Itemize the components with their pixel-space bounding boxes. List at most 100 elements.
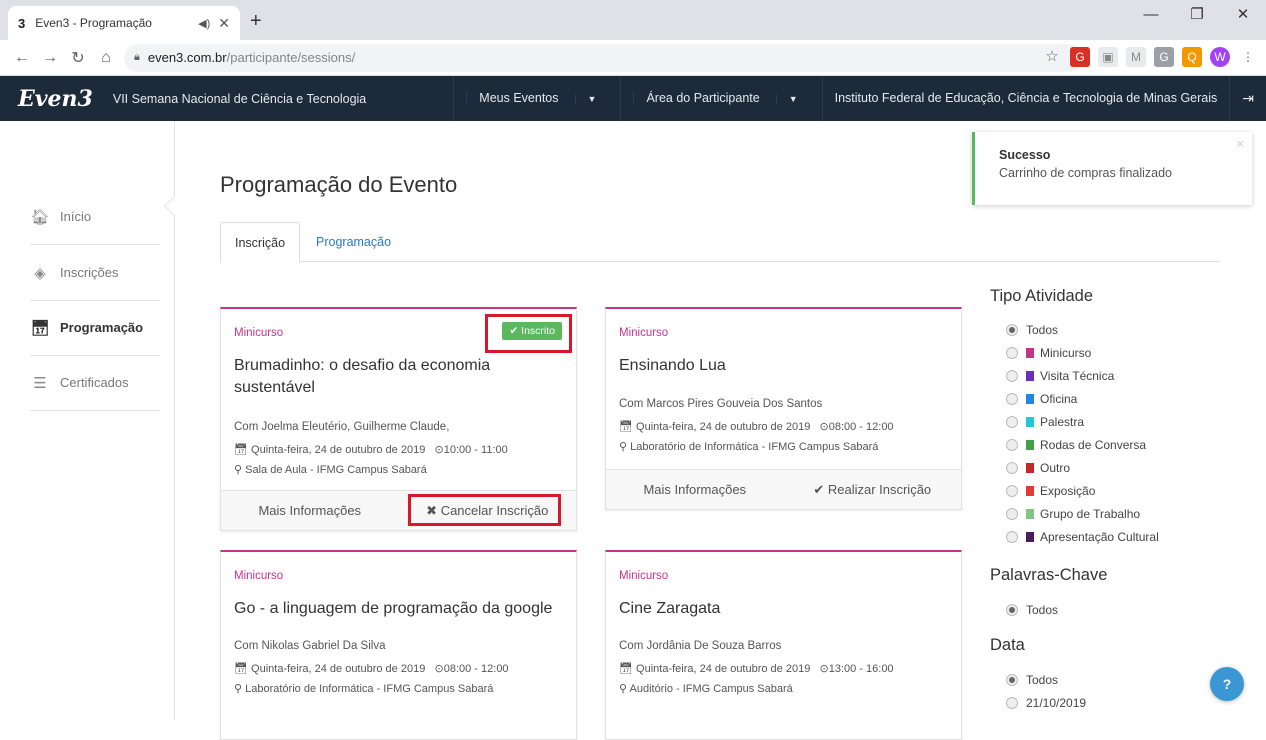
browser-tab[interactable]: 3 Even3 - Programação ◀︎) ✕ [8, 6, 240, 40]
activity-card: Minicurso Ensinando Lua Com Marcos Pires… [605, 307, 962, 510]
sidebar-item-programacao[interactable]: 📅︎ Programação [30, 300, 160, 356]
lock-icon: 🔒︎ [134, 51, 140, 63]
url-path: /participante/sessions/ [226, 50, 356, 65]
radio-button[interactable] [1006, 347, 1018, 359]
restore-icon[interactable]: ❐ [1174, 0, 1220, 32]
radio-button[interactable] [1006, 370, 1018, 382]
activity-filter-option[interactable]: Apresentação Cultural [1006, 530, 1159, 544]
date-filter-todos[interactable]: Todos [1006, 673, 1058, 687]
color-swatch [1026, 417, 1034, 427]
activity-filter-option[interactable]: Grupo de Trabalho [1006, 507, 1140, 521]
card-location: ⚲ Laboratório de Informática - IFMG Camp… [234, 682, 493, 695]
reload-icon[interactable]: ↻ [64, 48, 92, 68]
sidebar-item-inscricoes[interactable]: ◈ Inscrições [30, 245, 160, 301]
profile-avatar[interactable]: W [1210, 47, 1230, 67]
close-toast-icon[interactable]: × [1236, 136, 1244, 151]
tab-programacao[interactable]: Programação [302, 222, 405, 263]
radio-button[interactable] [1006, 674, 1018, 686]
institution-link[interactable]: Instituto Federal de Educação, Ciência e… [821, 76, 1230, 121]
radio-button[interactable] [1006, 416, 1018, 428]
url-field[interactable]: 🔒︎ even3.com.br/participante/sessions/ [124, 43, 1084, 72]
filter-label: Minicurso [1040, 346, 1092, 360]
radio-button[interactable] [1006, 462, 1018, 474]
event-name[interactable]: VII Semana Nacional de Ciência e Tecnolo… [113, 92, 366, 106]
activity-filter-option[interactable]: Oficina [1006, 392, 1077, 406]
extension-icon[interactable]: Q [1182, 47, 1202, 67]
color-swatch [1026, 371, 1034, 381]
card-datetime: 📅︎ Quinta-feira, 24 de outubro de 2019 ⊙… [234, 443, 508, 456]
more-info-button[interactable]: Mais Informações [606, 470, 784, 509]
new-tab-button[interactable]: + [250, 10, 262, 33]
register-label: Realizar Inscrição [827, 482, 932, 497]
radio-button[interactable] [1006, 324, 1018, 336]
tab-title: Even3 - Programação [35, 16, 152, 30]
site-navbar: Even3 VII Semana Nacional de Ciência e T… [0, 76, 1266, 121]
color-swatch [1026, 348, 1034, 358]
meus-eventos-label: Meus Eventos [466, 91, 571, 105]
map-pin-icon: ⚲ [234, 464, 243, 476]
activity-filter-option[interactable]: Visita Técnica [1006, 369, 1114, 383]
radio-button[interactable] [1006, 531, 1018, 543]
tab-inscricao[interactable]: Inscrição [220, 222, 301, 263]
card-footer: Mais Informações ✔ Realizar Inscrição [606, 469, 961, 509]
color-swatch [1026, 509, 1034, 519]
clock-icon: ⊙ [819, 421, 829, 433]
card-datetime: 📅︎ Quinta-feira, 24 de outubro de 2019 ⊙… [619, 662, 894, 675]
sidebar-item-label: Certificados [60, 375, 129, 390]
radio-button[interactable] [1006, 439, 1018, 451]
filter-label: Grupo de Trabalho [1040, 507, 1141, 521]
activity-filter-option[interactable]: Palestra [1006, 415, 1084, 429]
extension-icon[interactable]: ▣ [1098, 47, 1118, 67]
radio-button[interactable] [1006, 393, 1018, 405]
more-info-button[interactable]: Mais Informações [221, 491, 399, 530]
area-participante-menu[interactable]: Área do Participante ▼ [620, 76, 821, 121]
logout-icon[interactable]: ⇥ [1229, 76, 1266, 121]
radio-button[interactable] [1006, 508, 1018, 520]
radio-button[interactable] [1006, 604, 1018, 616]
card-speakers: Com Nikolas Gabriel Da Silva [234, 640, 386, 652]
tag-icon: ◈ [34, 264, 46, 282]
home-browser-icon[interactable]: ⌂ [92, 49, 120, 67]
sidebar-item-inicio[interactable]: 🏠︎ Início [30, 189, 160, 245]
card-speakers: Com Marcos Pires Gouveia Dos Santos [619, 398, 823, 410]
back-icon[interactable]: ← [8, 49, 36, 67]
filter-heading-date: Data [990, 636, 1025, 654]
meus-eventos-menu[interactable]: Meus Eventos ▼ [453, 76, 620, 121]
radio-button[interactable] [1006, 697, 1018, 709]
activity-filter-option[interactable]: Todos [1006, 323, 1058, 337]
speaker-icon[interactable]: ◀︎) [198, 17, 210, 30]
color-swatch [1026, 532, 1034, 542]
radio-button[interactable] [1006, 485, 1018, 497]
card-title: Cine Zaragata [619, 600, 721, 617]
date-filter-option[interactable]: 21/10/2019 [1006, 696, 1086, 710]
home-icon: 🏠︎ [30, 208, 50, 226]
card-location: ⚲ Auditório - IFMG Campus Sabará [619, 682, 793, 695]
activity-filter-option[interactable]: Minicurso [1006, 346, 1091, 360]
map-pin-icon: ⚲ [619, 441, 628, 453]
sidebar-item-label: Início [60, 209, 92, 224]
activity-filter-option[interactable]: Exposição [1006, 484, 1095, 498]
keyword-filter-todos[interactable]: Todos [1006, 603, 1058, 617]
even3-logo[interactable]: Even3 [18, 86, 93, 112]
close-tab-icon[interactable]: ✕ [218, 15, 230, 32]
activity-filter-option[interactable]: Rodas de Conversa [1006, 438, 1146, 452]
card-date: Quinta-feira, 24 de outubro de 2019 [251, 663, 426, 675]
card-datetime: 📅︎ Quinta-feira, 24 de outubro de 2019 ⊙… [619, 420, 894, 433]
browser-tabbar: 3 Even3 - Programação ◀︎) ✕ + — ❐ ✕ [0, 0, 1266, 40]
sidebar-item-certificados[interactable]: ☰ Certificados [30, 355, 160, 411]
help-chat-button[interactable]: ? [1210, 667, 1244, 701]
close-window-icon[interactable]: ✕ [1220, 0, 1266, 32]
calendar-icon: 📅︎ [619, 663, 633, 675]
bookmark-star-icon[interactable]: ☆ [1042, 47, 1062, 67]
forward-icon[interactable]: → [36, 49, 64, 67]
minimize-icon[interactable]: — [1128, 0, 1174, 32]
extension-icon[interactable]: G [1070, 47, 1090, 67]
extension-icon[interactable]: M [1126, 47, 1146, 67]
activity-filter-option[interactable]: Outro [1006, 461, 1070, 475]
card-time: 10:00 - 11:00 [443, 444, 508, 456]
menu-dots-icon[interactable]: ⋮ [1238, 47, 1258, 67]
toast-title: Sucesso [999, 148, 1051, 162]
register-button[interactable]: ✔ Realizar Inscrição [784, 470, 962, 509]
extension-icon[interactable]: G [1154, 47, 1174, 67]
clock-icon: ⊙ [434, 663, 444, 675]
